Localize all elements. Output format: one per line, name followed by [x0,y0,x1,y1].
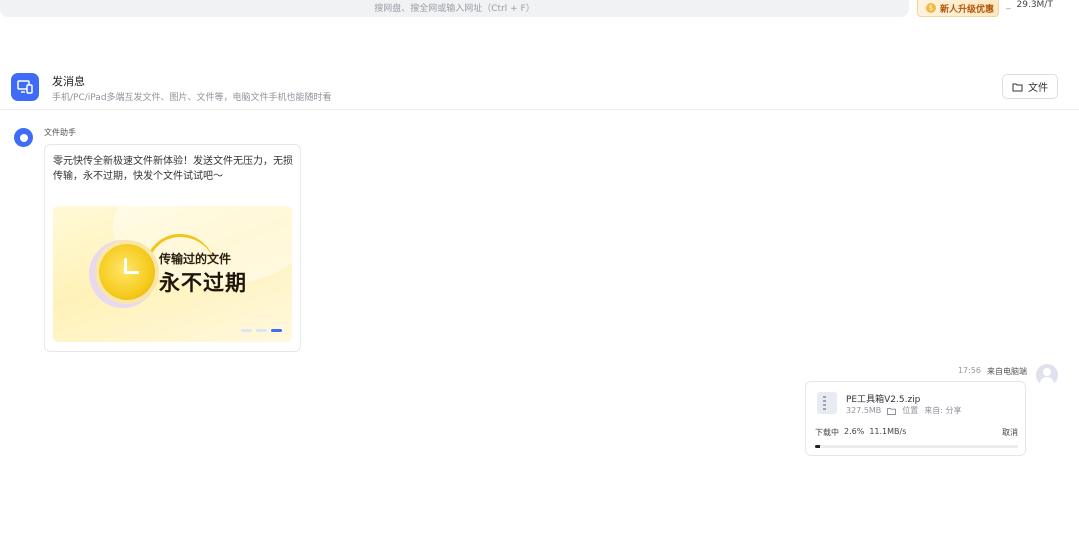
promo-badge[interactable]: $ 新人升级优惠 [917,0,999,17]
file-button[interactable]: 文件 [1002,74,1058,99]
speed-text: 29.3M/T [1016,0,1053,10]
assistant-message-bubble: 零元快传全新极速文件新体验！发送文件无压力，无损传输，永不过期，快发个文件试试吧… [44,144,301,352]
file-info: 327.5MB 位置 来自: 分享 [846,405,962,416]
file-size: 327.5MB [846,406,882,415]
carousel-dot-active[interactable] [271,329,282,332]
promo-banner[interactable]: 传输过的文件 永不过期 [53,206,292,342]
zip-file-icon [817,392,837,414]
promo-label: 新人升级优惠 [940,4,995,15]
page-title: 发消息 [52,75,85,88]
cancel-download-button[interactable]: 取消 [1002,427,1018,438]
coin-icon: $ [926,3,936,13]
banner-line1: 传输过的文件 [159,252,232,266]
search-hint: 搜网盘、搜全网或输入网址（Ctrl + F） [374,4,535,14]
file-name: PE工具箱V2.5.zip [846,395,921,405]
carousel-dot[interactable] [241,329,252,332]
assistant-avatar [14,128,33,147]
download-speed: 11.1MB/s [869,427,907,436]
clock-icon [99,244,155,300]
file-transfer-card[interactable]: PE工具箱V2.5.zip 327.5MB 位置 来自: 分享 下载中 2.6%… [805,381,1026,456]
chat-header: 发消息 手机/PC/iPad多端互发文件、图片、文件等，电脑文件手机也能随时看 … [0,67,1079,110]
search-bar[interactable]: 搜网盘、搜全网或输入网址（Ctrl + F） [0,0,909,17]
download-status-row: 下载中 2.6% 11.1MB/s 取消 [815,427,1018,438]
download-label: 下载中 [815,428,839,437]
folder-icon [887,407,897,415]
download-progress-text: 2.6% [844,427,865,436]
user-avatar [1036,364,1058,386]
download-progress-fill [815,445,821,448]
assistant-message-text: 零元快传全新极速文件新体验！发送文件无压力，无损传输，永不过期，快发个文件试试吧… [53,156,293,182]
download-progress-bar [815,445,1018,448]
speed-separator: _ [1006,0,1011,10]
file-button-label: 文件 [1028,83,1048,94]
assistant-name: 文件助手 [44,128,76,137]
page-subtitle: 手机/PC/iPad多端互发文件、图片、文件等，电脑文件手机也能随时看 [52,93,332,103]
file-location[interactable]: 位置 [902,405,918,416]
message-sender: 来自电脑端 [987,367,1027,376]
banner-line2: 永不过期 [159,271,247,295]
carousel-indicator[interactable] [241,329,282,332]
transfer-speed: _ 29.3M/T [1006,0,1053,10]
folder-icon [1012,83,1023,91]
carousel-dot[interactable] [256,329,267,332]
user-message-meta: 17:56 来自电脑端 [958,366,1027,377]
file-source: 来自: 分享 [924,406,962,415]
devices-icon [11,73,39,101]
message-time: 17:56 [957,366,981,375]
